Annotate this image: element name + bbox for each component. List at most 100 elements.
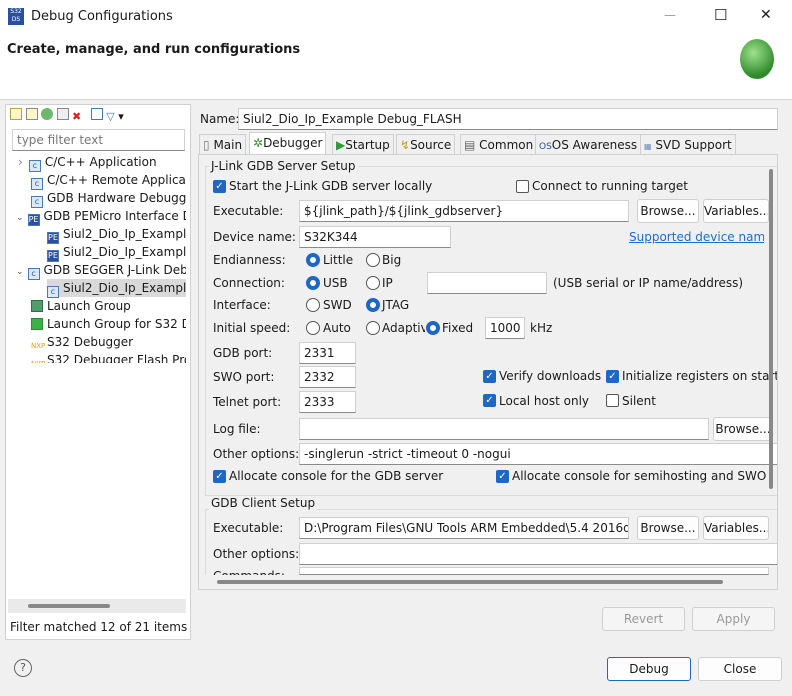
alloc-semihosting-checkbox[interactable]: ✓ (496, 470, 509, 483)
silent-label: Silent (622, 394, 656, 408)
tree-item-gdb-hardware[interactable]: c GDB Hardware Debuggi (31, 189, 186, 208)
tab-svd-support[interactable]: ▦ SVD Support (640, 134, 736, 154)
tab-main[interactable]: ▯ Main (199, 134, 247, 154)
log-file-input[interactable] (299, 418, 709, 440)
tree-item-cpp-remote[interactable]: c C/C++ Remote Applicat (31, 171, 186, 190)
khz-label: kHz (530, 321, 553, 335)
delete-icon[interactable]: ✖ (72, 110, 81, 123)
supported-devices-link[interactable]: Supported device names (629, 230, 764, 244)
swo-port-input[interactable]: 2332 (299, 366, 356, 388)
commands-input[interactable] (299, 567, 769, 575)
client-variables-button[interactable]: Variables... (703, 516, 769, 540)
apply-button[interactable]: Apply (692, 607, 775, 631)
new-prototype-icon[interactable] (25, 108, 38, 120)
usb-radio[interactable] (306, 276, 320, 290)
server-exe-label: Executable: (213, 204, 284, 218)
usb-serial-input[interactable] (427, 272, 547, 294)
tree-item-segger-config-selected[interactable]: c Siul2_Dio_Ip_Example (47, 279, 186, 298)
big-endian-radio[interactable] (366, 253, 380, 267)
revert-button[interactable]: Revert (602, 607, 685, 631)
connect-running-checkbox[interactable] (516, 180, 529, 193)
start-server-label: Start the J-Link GDB server locally (229, 179, 433, 193)
tab-startup[interactable]: ▶Startup (332, 134, 394, 154)
verify-downloads-checkbox[interactable]: ✓ (483, 370, 496, 383)
little-endian-radio[interactable] (306, 253, 320, 267)
init-registers-checkbox[interactable]: ✓ (606, 370, 619, 383)
content-horizontal-scrollbar[interactable] (199, 575, 777, 589)
server-exe-input[interactable]: ${jlink_path}/${jlink_gdbserver} (299, 200, 629, 222)
jtag-label: JTAG (382, 298, 410, 312)
gdb-port-label: GDB port: (213, 346, 273, 360)
server-other-input[interactable]: -singlerun -strict -timeout 0 -nogui (299, 443, 777, 465)
speed-label: Initial speed: (213, 321, 291, 335)
help-icon[interactable]: ? (14, 659, 32, 677)
debug-button[interactable]: Debug (607, 657, 691, 681)
nxp-icon: NXP (31, 359, 45, 363)
tree-item-gdb-segger[interactable]: ⌄ c GDB SEGGER J-Link Debu (16, 261, 186, 280)
ip-label: IP (382, 276, 393, 290)
filter-icon[interactable]: ▽ (106, 110, 114, 123)
pemicro-icon: PE (27, 214, 40, 226)
server-variables-button[interactable]: Variables... (703, 199, 769, 223)
client-browse-button[interactable]: Browse... (637, 516, 699, 540)
tree-item-s32-flash[interactable]: NXPS32 Debugger Flash Pro (31, 351, 186, 363)
telnet-port-input[interactable]: 2333 (299, 391, 356, 413)
tree-horizontal-scrollbar[interactable] (8, 599, 186, 613)
content-vertical-scrollbar[interactable] (767, 169, 775, 489)
client-group-title: GDB Client Setup (209, 496, 318, 510)
log-file-label: Log file: (213, 422, 261, 436)
swo-port-label: SWO port: (213, 370, 275, 384)
close-button[interactable]: Close (698, 657, 782, 681)
tab-common[interactable]: ▤ Common (460, 134, 538, 154)
alloc-gdb-console-checkbox[interactable]: ✓ (213, 470, 226, 483)
tab-os-awareness[interactable]: OSOS Awareness (535, 134, 642, 154)
swd-radio[interactable] (306, 298, 320, 312)
bug-small-icon: ✲ (253, 136, 264, 150)
close-window-button[interactable]: ✕ (760, 7, 772, 23)
filter-input[interactable]: type filter text (12, 129, 185, 151)
export-icon[interactable] (41, 108, 53, 120)
auto-speed-radio[interactable] (306, 321, 320, 335)
new-config-icon[interactable] (10, 108, 22, 120)
little-label: Little (323, 253, 354, 267)
tree-item-launch-group[interactable]: Launch Group (31, 297, 131, 315)
silent-checkbox[interactable] (606, 394, 619, 407)
localhost-checkbox[interactable]: ✓ (483, 394, 496, 407)
tree-item-pemicro-config-2[interactable]: PE Siul2_Dio_Ip_Example (47, 243, 186, 262)
verify-label: Verify downloads (499, 369, 602, 383)
client-exe-input[interactable]: D:\Program Files\GNU Tools ARM Embedded\… (299, 517, 629, 539)
gdb-port-input[interactable]: 2331 (299, 342, 356, 364)
config-name-input[interactable]: Siul2_Dio_Ip_Example Debug_FLASH (238, 108, 778, 130)
server-other-label: Other options: (213, 447, 300, 461)
ip-radio[interactable] (366, 276, 380, 290)
tree-item-s32-debugger[interactable]: NXP S32 Debugger (31, 333, 133, 351)
client-exe-label: Executable: (213, 521, 284, 535)
maximize-button[interactable]: ☐ (714, 6, 727, 24)
launch-group-icon (31, 300, 43, 312)
tree-item-pemicro-config-1[interactable]: PE Siul2_Dio_Ip_Example (47, 225, 186, 244)
log-browse-button[interactable]: Browse... (713, 417, 773, 441)
device-name-input[interactable]: S32K344 (299, 226, 451, 248)
window-title: Debug Configurations (31, 9, 173, 24)
bug-icon (740, 39, 774, 79)
jtag-radio[interactable] (366, 298, 380, 312)
tab-source[interactable]: ↯Source (396, 134, 456, 154)
client-other-input[interactable] (299, 543, 777, 565)
adaptive-speed-radio[interactable] (366, 321, 380, 335)
view-menu-icon[interactable]: ▾ (118, 110, 124, 123)
tree-item-cpp-application[interactable]: › c C/C++ Application (18, 153, 157, 172)
speed-input[interactable]: 1000 (485, 317, 525, 339)
fixed-speed-radio[interactable] (426, 321, 440, 335)
connect-running-label: Connect to running target (532, 179, 688, 193)
connection-label: Connection: (213, 276, 285, 290)
server-browse-button[interactable]: Browse... (637, 199, 699, 223)
start-server-checkbox[interactable]: ✓ (213, 180, 226, 193)
tree-item-launch-group-s32[interactable]: Launch Group for S32 D (31, 315, 186, 333)
duplicate-icon[interactable] (56, 108, 69, 120)
tab-debugger[interactable]: ✲Debugger (249, 132, 327, 155)
alloc-semihosting-label: Allocate console for semihosting and SWO (512, 469, 767, 483)
minimize-button[interactable]: — (664, 8, 676, 22)
collapse-all-icon[interactable] (90, 108, 103, 120)
launch-arrow-icon (31, 318, 43, 330)
tree-item-gdb-pemicro[interactable]: ⌄ PE GDB PEMicro Interface D (16, 207, 186, 226)
